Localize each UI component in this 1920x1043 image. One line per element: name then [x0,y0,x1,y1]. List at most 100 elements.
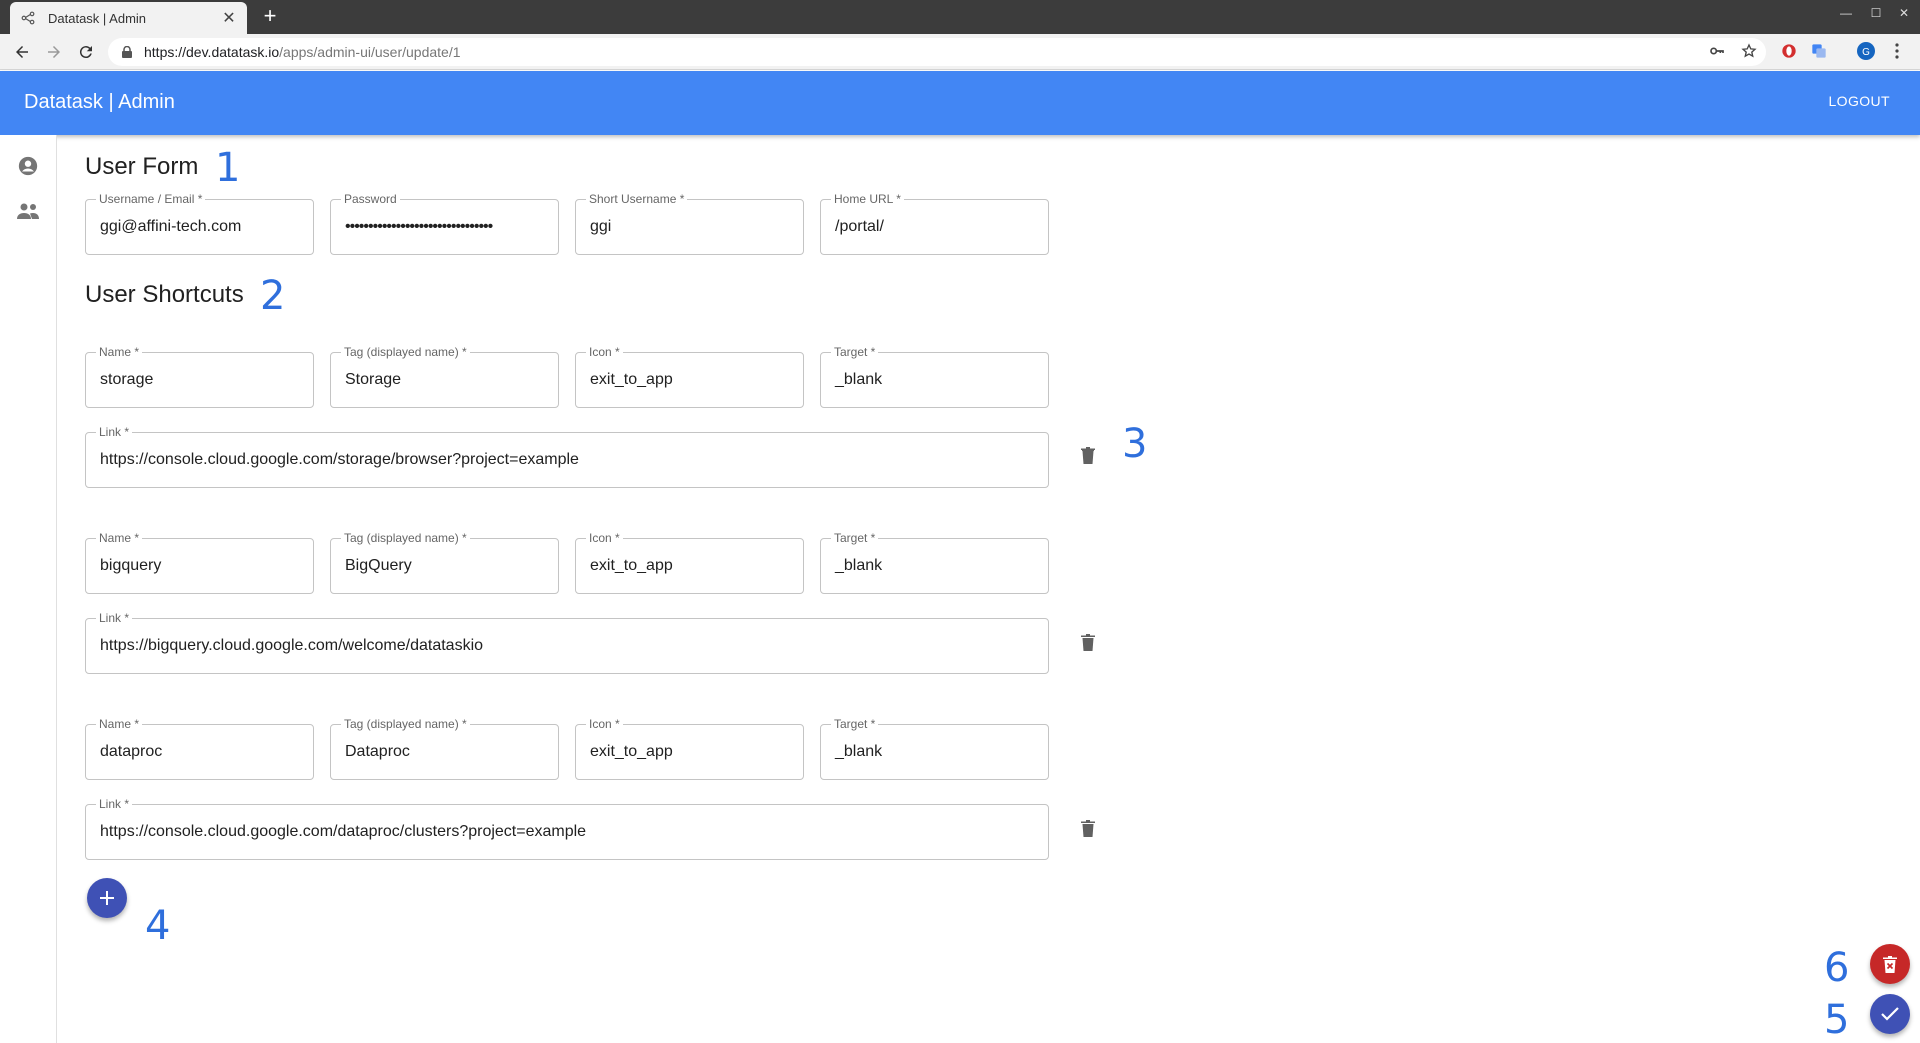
field-value: exit_to_app [590,743,673,760]
field-label: Username / Email * [96,192,206,206]
logout-button[interactable]: LOGOUT [1828,93,1890,109]
field-label: Link * [96,425,133,439]
field-value: exit_to_app [590,371,673,388]
delete-shortcut-icon[interactable] [1077,443,1099,467]
profile-avatar[interactable]: G [1855,40,1877,62]
translate-icon[interactable] [1808,40,1830,62]
annotation-5: 5 [1824,997,1850,1043]
shortcut-icon-field[interactable]: Icon * exit_to_app [575,345,804,408]
field-value: https://bigquery.cloud.google.com/welcom… [100,637,484,654]
annotation-1: 1 [215,145,241,191]
annotation-4: 4 [145,903,171,949]
password-field[interactable]: Password •••••••••••••••••••••••••••••••… [330,192,559,255]
address-bar[interactable]: https://dev.datatask.io/apps/admin-ui/us… [108,38,1766,66]
field-value: ggi [590,218,612,235]
key-icon[interactable] [1706,40,1728,62]
app-bar: Datatask | Admin LOGOUT [0,71,1920,135]
field-value: dataproc [100,743,163,760]
field-value: bigquery [100,557,162,574]
close-tab-icon[interactable]: ✕ [219,8,239,28]
field-label: Target * [831,345,879,359]
user-shortcuts-title: User Shortcuts [85,281,244,308]
shortcut-icon-field[interactable]: Icon * exit_to_app [575,717,804,780]
shortcut-name-field[interactable]: Name * dataproc [85,717,314,780]
home-url-field[interactable]: Home URL * /portal/ [820,192,1049,255]
shortcut-tag-field[interactable]: Tag (displayed name) * Dataproc [330,717,559,780]
check-icon [1881,1007,1899,1021]
shortcut-target-field[interactable]: Target * _blank [820,345,1049,408]
field-label: Tag (displayed name) * [341,531,470,545]
browser-toolbar: https://dev.datatask.io/apps/admin-ui/us… [0,34,1920,70]
field-label: Icon * [586,531,623,545]
field-label: Target * [831,531,879,545]
shortcut-tag-field[interactable]: Tag (displayed name) * Storage [330,345,559,408]
delete-shortcut-icon[interactable] [1077,816,1099,840]
field-value: Storage [345,371,402,388]
field-value: exit_to_app [590,557,673,574]
field-label: Name * [96,345,143,359]
save-user-button[interactable] [1870,994,1910,1034]
field-value: Dataproc [345,743,410,760]
add-shortcut-button[interactable] [87,878,127,918]
field-label: Name * [96,717,143,731]
profile-initial: G [1862,47,1870,58]
side-nav [0,135,57,1043]
field-value: •••••••••••••••••••••••••••••••• [345,218,493,235]
delete-shortcut-icon[interactable] [1077,630,1099,654]
field-label: Tag (displayed name) * [341,345,470,359]
field-value: _blank [835,743,883,760]
field-label: Name * [96,531,143,545]
delete-forever-icon [1883,956,1897,973]
extension-red-icon[interactable] [1778,40,1800,62]
delete-user-button[interactable] [1870,944,1910,984]
shortcut-tag-field[interactable]: Tag (displayed name) * BigQuery [330,531,559,594]
shortcut-name-field[interactable]: Name * bigquery [85,531,314,594]
field-label: Password [341,192,400,206]
account-circle-icon[interactable] [16,154,40,178]
annotation-3: 3 [1122,421,1148,467]
field-label: Tag (displayed name) * [341,717,470,731]
shortcut-icon-field[interactable]: Icon * exit_to_app [575,531,804,594]
url-path: /apps/admin-ui/user/update/1 [279,44,461,60]
field-value: /portal/ [835,218,884,235]
reload-icon[interactable] [74,40,98,64]
short-username-field[interactable]: Short Username * ggi [575,192,804,255]
forward-icon[interactable] [42,40,66,64]
shortcut-link-field[interactable]: Link * https://bigquery.cloud.google.com… [85,611,1049,674]
shortcut-link-field[interactable]: Link * https://console.cloud.google.com/… [85,797,1049,860]
annotation-2: 2 [260,273,286,319]
field-value: BigQuery [345,557,412,574]
user-form-title: User Form [85,153,199,180]
shortcut-name-field[interactable]: Name * storage [85,345,314,408]
more-vert-icon[interactable] [1886,40,1908,62]
browser-tab-strip: Datatask | Admin ✕ + — ☐ ✕ [0,0,1920,34]
field-value: _blank [835,371,883,388]
url-host: https://dev.datatask.io [144,44,280,60]
new-tab-button[interactable]: + [258,4,282,28]
tab-title: Datatask | Admin [48,10,147,26]
close-window-icon[interactable]: ✕ [1894,6,1914,20]
people-icon[interactable] [16,199,40,223]
field-label: Icon * [586,717,623,731]
field-value: https://console.cloud.google.com/storage… [100,451,579,468]
bookmark-star-icon[interactable] [1738,40,1760,62]
add-icon [100,891,114,905]
minimize-icon[interactable]: — [1836,6,1856,20]
field-value: _blank [835,557,883,574]
maximize-icon[interactable]: ☐ [1866,6,1886,20]
field-label: Target * [831,717,879,731]
username-email-field[interactable]: Username / Email * ggi@affini-tech.com [85,192,314,255]
field-value: storage [100,371,154,388]
shortcut-link-field[interactable]: Link * https://console.cloud.google.com/… [85,425,1049,488]
share-icon [20,10,36,26]
app-title: Datatask | Admin [24,91,175,113]
field-value: ggi@affini-tech.com [100,218,242,235]
lock-icon [120,45,134,59]
field-label: Link * [96,611,133,625]
shortcut-target-field[interactable]: Target * _blank [820,717,1049,780]
shortcut-target-field[interactable]: Target * _blank [820,531,1049,594]
field-label: Icon * [586,345,623,359]
browser-tab[interactable]: Datatask | Admin ✕ [10,2,247,34]
back-icon[interactable] [10,40,34,64]
url-text: https://dev.datatask.io/apps/admin-ui/us… [144,44,461,60]
